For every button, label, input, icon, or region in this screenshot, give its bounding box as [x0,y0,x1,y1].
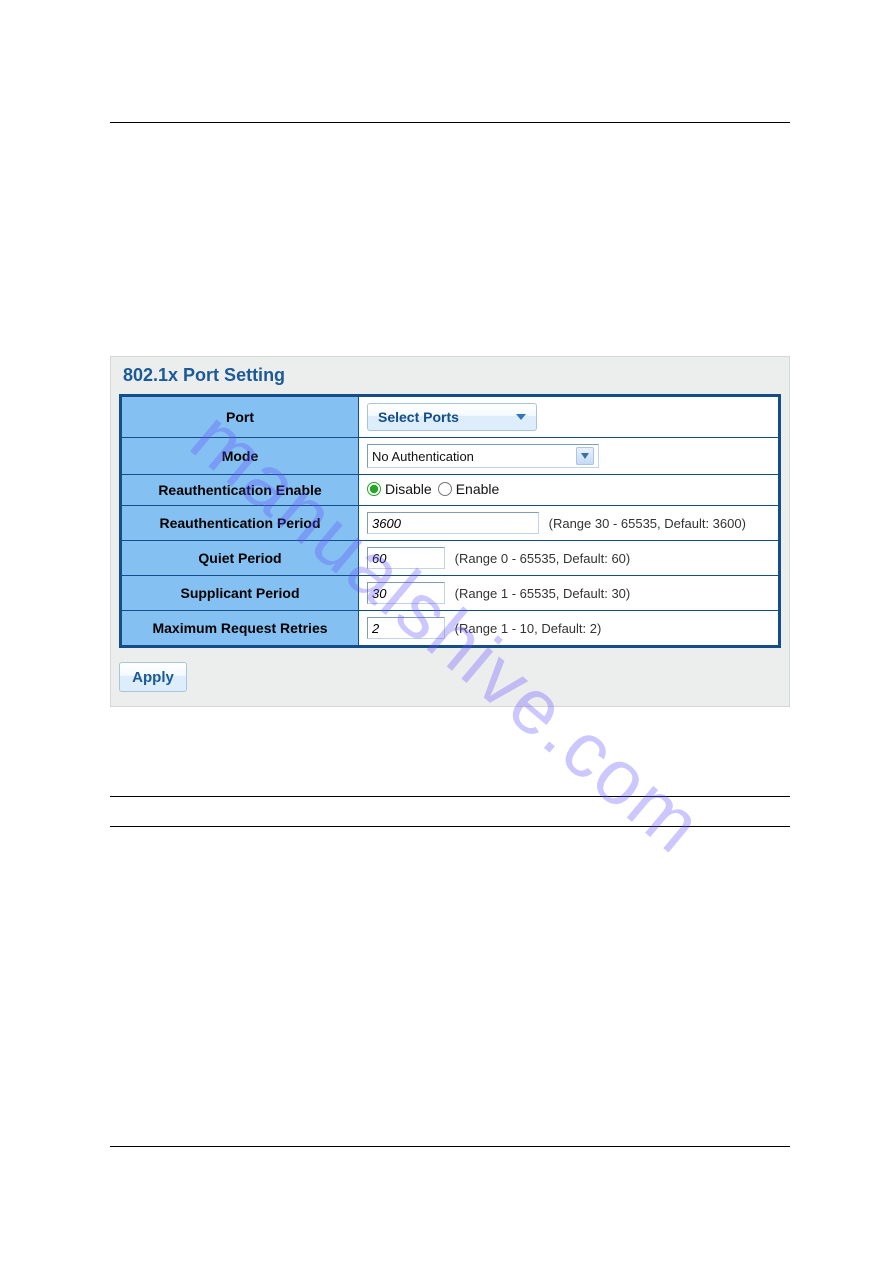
bottom-divider-block [110,1088,790,1194]
supplicant-period-input[interactable] [367,582,445,604]
mode-value: No Authentication [372,449,474,464]
quiet-period-hint: (Range 0 - 65535, Default: 60) [455,551,631,566]
label-max-retries: Maximum Request Retries [121,611,359,647]
label-reauth-period: Reauthentication Period [121,506,359,541]
settings-panel: 802.1x Port Setting Port Select Ports Mo… [110,356,790,707]
radio-enable-label[interactable]: Enable [438,481,500,497]
row-reauth-period: Reauthentication Period (Range 30 - 6553… [121,506,780,541]
panel-title: 802.1x Port Setting [111,357,789,394]
select-ports-button[interactable]: Select Ports [367,403,537,431]
quiet-period-input[interactable] [367,547,445,569]
radio-disable-label[interactable]: Disable [367,481,432,497]
reauth-period-hint: (Range 30 - 65535, Default: 3600) [549,516,746,531]
row-supplicant-period: Supplicant Period (Range 1 - 65535, Defa… [121,576,780,611]
reauth-period-input[interactable] [367,512,539,534]
apply-button[interactable]: Apply [119,662,187,692]
label-port: Port [121,396,359,438]
label-supplicant-period: Supplicant Period [121,576,359,611]
mode-select[interactable]: No Authentication [367,444,599,468]
chevron-down-icon [576,447,594,465]
supplicant-period-hint: (Range 1 - 65535, Default: 30) [455,586,631,601]
select-ports-label: Select Ports [378,409,459,425]
max-retries-input[interactable] [367,617,445,639]
max-retries-hint: (Range 1 - 10, Default: 2) [455,621,602,636]
label-quiet-period: Quiet Period [121,541,359,576]
label-mode: Mode [121,438,359,475]
reauth-enable-radios: Disable Enable [367,481,499,497]
row-reauth-enable: Reauthentication Enable Disable Enable [121,475,780,506]
row-port: Port Select Ports [121,396,780,438]
top-divider-block [110,90,790,160]
row-quiet-period: Quiet Period (Range 0 - 65535, Default: … [121,541,780,576]
label-reauth-enable: Reauthentication Enable [121,475,359,506]
radio-enable[interactable] [438,482,452,496]
radio-disable[interactable] [367,482,381,496]
row-max-retries: Maximum Request Retries (Range 1 - 10, D… [121,611,780,647]
mid-divider-block [110,770,790,829]
chevron-down-icon [516,414,526,420]
settings-table: Port Select Ports Mode No Authentication [119,394,781,648]
row-mode: Mode No Authentication [121,438,780,475]
